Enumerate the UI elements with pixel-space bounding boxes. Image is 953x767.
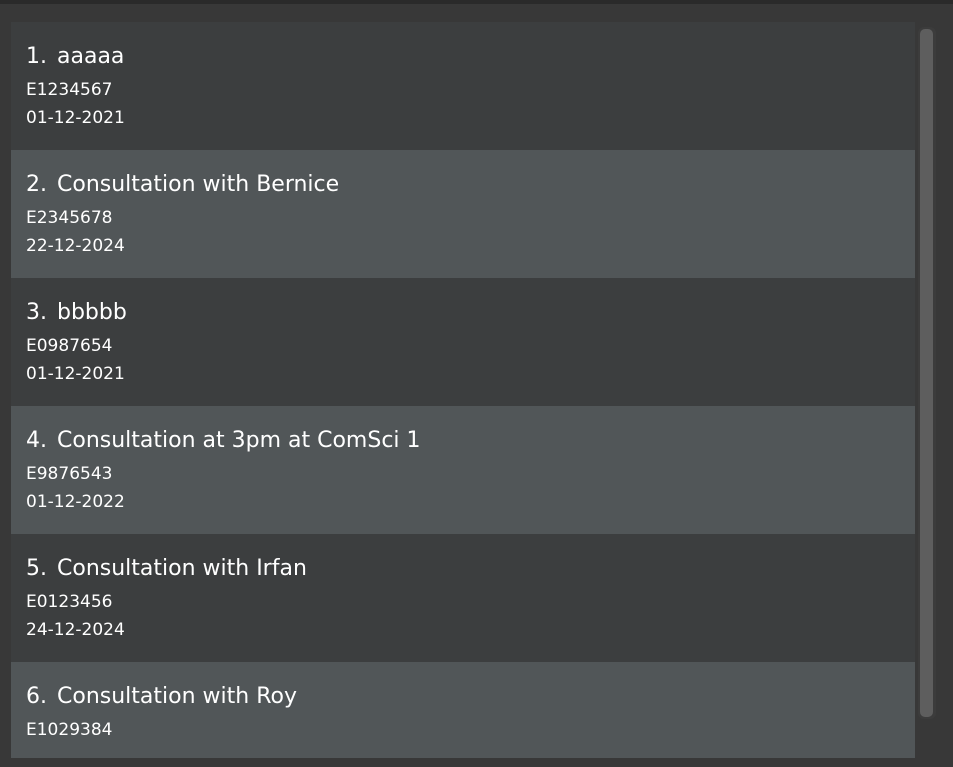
item-index: 1. bbox=[26, 44, 47, 69]
item-title-row: 5. Consultation with Irfan bbox=[26, 554, 915, 584]
item-index: 6. bbox=[26, 684, 47, 709]
item-date: 01-12-2022 bbox=[26, 492, 125, 512]
item-index: 2. bbox=[26, 172, 47, 197]
list-item[interactable]: 5. Consultation with Irfan E0123456 24-1… bbox=[11, 534, 915, 662]
item-index: 5. bbox=[26, 556, 47, 581]
list-item[interactable]: 3. bbbbb E0987654 01-12-2021 bbox=[11, 278, 915, 406]
item-title: Consultation at 3pm at ComSci 1 bbox=[57, 428, 421, 453]
list-item[interactable]: 1. aaaaa E1234567 01-12-2021 bbox=[11, 22, 915, 150]
item-title-row: 3. bbbbb bbox=[26, 298, 915, 328]
item-title-row: 6. Consultation with Roy bbox=[26, 682, 915, 712]
item-id: E2345678 bbox=[26, 208, 113, 228]
list-item[interactable]: 6. Consultation with Roy E1029384 bbox=[11, 662, 915, 758]
item-title: bbbbb bbox=[57, 300, 127, 325]
item-title-row: 4. Consultation at 3pm at ComSci 1 bbox=[26, 426, 915, 456]
item-title-row: 2. Consultation with Bernice bbox=[26, 170, 915, 200]
item-id: E1234567 bbox=[26, 80, 113, 100]
item-date: 22-12-2024 bbox=[26, 236, 125, 256]
item-title: Consultation with Irfan bbox=[57, 556, 307, 581]
item-title: Consultation with Roy bbox=[57, 684, 297, 709]
item-title-row: 1. aaaaa bbox=[26, 42, 915, 72]
app-window: 1. aaaaa E1234567 01-12-2021 2. Consulta… bbox=[0, 0, 953, 767]
vertical-scrollbar[interactable] bbox=[918, 27, 936, 719]
scrollbar-thumb[interactable] bbox=[920, 29, 933, 717]
item-date: 01-12-2021 bbox=[26, 108, 125, 128]
item-date: 24-12-2024 bbox=[26, 620, 125, 640]
list-item[interactable]: 4. Consultation at 3pm at ComSci 1 E9876… bbox=[11, 406, 915, 534]
item-id: E0123456 bbox=[26, 592, 113, 612]
item-index: 4. bbox=[26, 428, 47, 453]
appointment-list[interactable]: 1. aaaaa E1234567 01-12-2021 2. Consulta… bbox=[11, 22, 915, 758]
item-id: E0987654 bbox=[26, 336, 113, 356]
list-item[interactable]: 2. Consultation with Bernice E2345678 22… bbox=[11, 150, 915, 278]
item-title: Consultation with Bernice bbox=[57, 172, 340, 197]
item-title: aaaaa bbox=[57, 44, 125, 69]
item-id: E1029384 bbox=[26, 720, 113, 740]
item-index: 3. bbox=[26, 300, 47, 325]
item-date: 01-12-2021 bbox=[26, 364, 125, 384]
item-id: E9876543 bbox=[26, 464, 113, 484]
